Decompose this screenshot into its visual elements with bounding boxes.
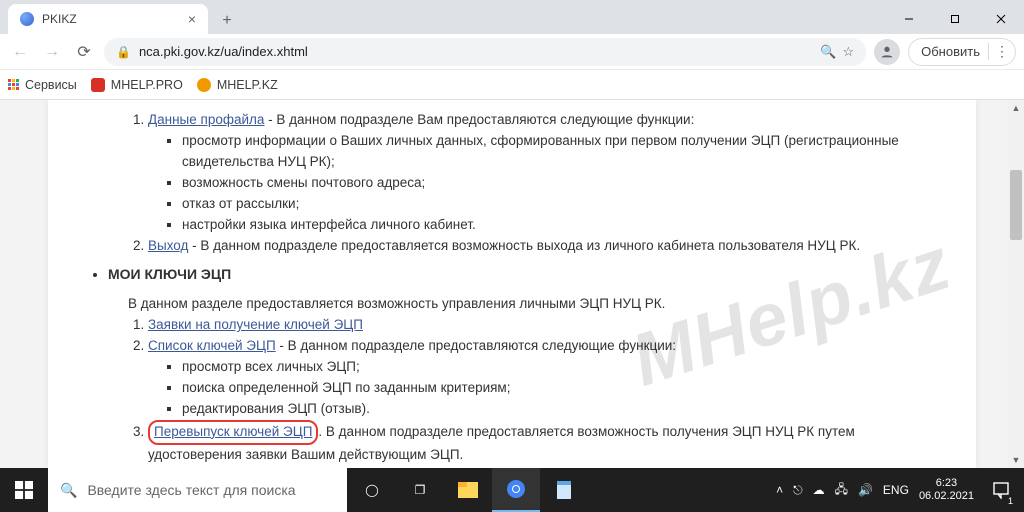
scroll-down-icon[interactable]: ▼: [1008, 452, 1024, 468]
highlighted-link-wrapper: Перевыпуск ключей ЭЦП: [148, 420, 318, 445]
link-key-reissue[interactable]: Перевыпуск ключей ЭЦП: [154, 424, 312, 439]
apps-label: Сервисы: [25, 78, 77, 92]
bookmark-favicon: [197, 78, 211, 92]
search-icon: 🔍: [60, 482, 77, 499]
kebab-menu-icon[interactable]: ⋮: [988, 43, 1009, 60]
link-profile-data[interactable]: Данные профайла: [148, 112, 264, 127]
tray-cloud-icon[interactable]: ☁: [813, 483, 825, 497]
tray-network-icon[interactable]: 🖧: [835, 480, 848, 501]
list-item: настройки языка интерфейса личного кабин…: [182, 215, 946, 236]
cortana-icon[interactable]: ◯: [348, 468, 396, 512]
apps-shortcut[interactable]: Сервисы: [8, 78, 77, 92]
section-intro: В данном разделе предоставляется возможн…: [128, 294, 946, 315]
list-item: Перевыпуск ключей ЭЦП. В данном подразде…: [148, 420, 946, 466]
update-button[interactable]: Обновить ⋮: [908, 38, 1016, 66]
section-bullet: МОИ КЛЮЧИ ЭЦП: [108, 264, 946, 286]
list-item: редактирования ЭЦП (отзыв).: [182, 399, 946, 420]
scroll-up-icon[interactable]: ▲: [1008, 100, 1024, 116]
file-explorer-icon[interactable]: [444, 468, 492, 512]
notepad-icon[interactable]: [540, 468, 588, 512]
tray-language[interactable]: ENG: [883, 483, 909, 497]
list-item: отказ от рассылки;: [182, 194, 946, 215]
list-item: Данные профайла - В данном подразделе Ва…: [148, 110, 946, 236]
window-minimize-button[interactable]: [886, 4, 932, 34]
section-heading-my-keys: МОИ КЛЮЧИ ЭЦП: [108, 264, 946, 286]
browser-tab[interactable]: PKIKZ ×: [8, 4, 208, 34]
profile-avatar-button[interactable]: [874, 39, 900, 65]
tab-title: PKIKZ: [42, 12, 77, 26]
scrollbar-thumb[interactable]: [1010, 170, 1022, 240]
bookmark-mhelp-kz[interactable]: MHELP.KZ: [197, 78, 278, 92]
vertical-scrollbar[interactable]: ▲ ▼: [1008, 100, 1024, 468]
nav-forward-button[interactable]: →: [40, 40, 64, 64]
link-key-requests[interactable]: Заявки на получение ключей ЭЦП: [148, 317, 363, 332]
apps-grid-icon: [8, 79, 19, 90]
link-logout[interactable]: Выход: [148, 238, 188, 253]
tray-chevron-up-icon[interactable]: ˄: [776, 483, 783, 497]
address-bar[interactable]: 🔒 nca.pki.gov.kz/ua/index.xhtml 🔍 ☆: [104, 38, 866, 66]
list-item: поиска определенной ЭЦП по заданным крит…: [182, 378, 946, 399]
list-item: Выход - В данном подразделе предоставляе…: [148, 236, 946, 257]
browser-toolbar: ← → ⟳ 🔒 nca.pki.gov.kz/ua/index.xhtml 🔍 …: [0, 34, 1024, 70]
page-viewport: MHelp.kz Данные профайла - В данном подр…: [0, 100, 1024, 468]
list-item: просмотр всех личных ЭЦП;: [182, 357, 946, 378]
taskbar-search[interactable]: 🔍 Введите здесь текст для поиска: [48, 468, 348, 512]
bookmarks-bar: Сервисы MHELP.PRO MHELP.KZ: [0, 70, 1024, 100]
chrome-icon[interactable]: [492, 468, 540, 512]
page-content: MHelp.kz Данные профайла - В данном подр…: [48, 100, 976, 468]
new-tab-button[interactable]: +: [214, 8, 240, 34]
tray-volume-icon[interactable]: 🔊: [858, 483, 873, 497]
action-center-icon[interactable]: 1: [984, 468, 1018, 512]
task-view-icon[interactable]: ❐: [396, 468, 444, 512]
tab-favicon: [20, 12, 34, 26]
window-maximize-button[interactable]: [932, 4, 978, 34]
tray-clock[interactable]: 6:23 06.02.2021: [919, 477, 974, 502]
nav-back-button[interactable]: ←: [8, 40, 32, 64]
window-titlebar: PKIKZ × +: [0, 0, 1024, 34]
link-key-list[interactable]: Список ключей ЭЦП: [148, 338, 276, 353]
list-item: Заявки на получение ключей ЭЦП: [148, 315, 946, 336]
tray-app-icon[interactable]: ⎋: [793, 483, 803, 498]
search-placeholder: Введите здесь текст для поиска: [87, 482, 295, 498]
list-item: просмотр информации о Ваших личных данны…: [182, 131, 946, 173]
windows-taskbar: 🔍 Введите здесь текст для поиска ◯ ❐ ˄ ⎋…: [0, 468, 1024, 512]
list-item: Список ключей ЭЦП - В данном подразделе …: [148, 336, 946, 420]
tab-close-icon[interactable]: ×: [188, 11, 196, 27]
bookmark-star-icon[interactable]: ☆: [842, 44, 854, 60]
start-button[interactable]: [0, 468, 48, 512]
nav-reload-button[interactable]: ⟳: [72, 40, 96, 64]
bookmark-mhelp-pro[interactable]: MHELP.PRO: [91, 78, 183, 92]
url-text: nca.pki.gov.kz/ua/index.xhtml: [139, 44, 308, 59]
zoom-icon[interactable]: 🔍: [820, 44, 836, 60]
window-close-button[interactable]: [978, 4, 1024, 34]
update-label: Обновить: [921, 44, 980, 59]
lock-icon: 🔒: [116, 45, 131, 59]
bookmark-favicon: [91, 78, 105, 92]
system-tray: ˄ ⎋ ☁ 🖧 🔊 ENG 6:23 06.02.2021 1: [770, 468, 1024, 512]
list-item: возможность смены почтового адреса;: [182, 173, 946, 194]
